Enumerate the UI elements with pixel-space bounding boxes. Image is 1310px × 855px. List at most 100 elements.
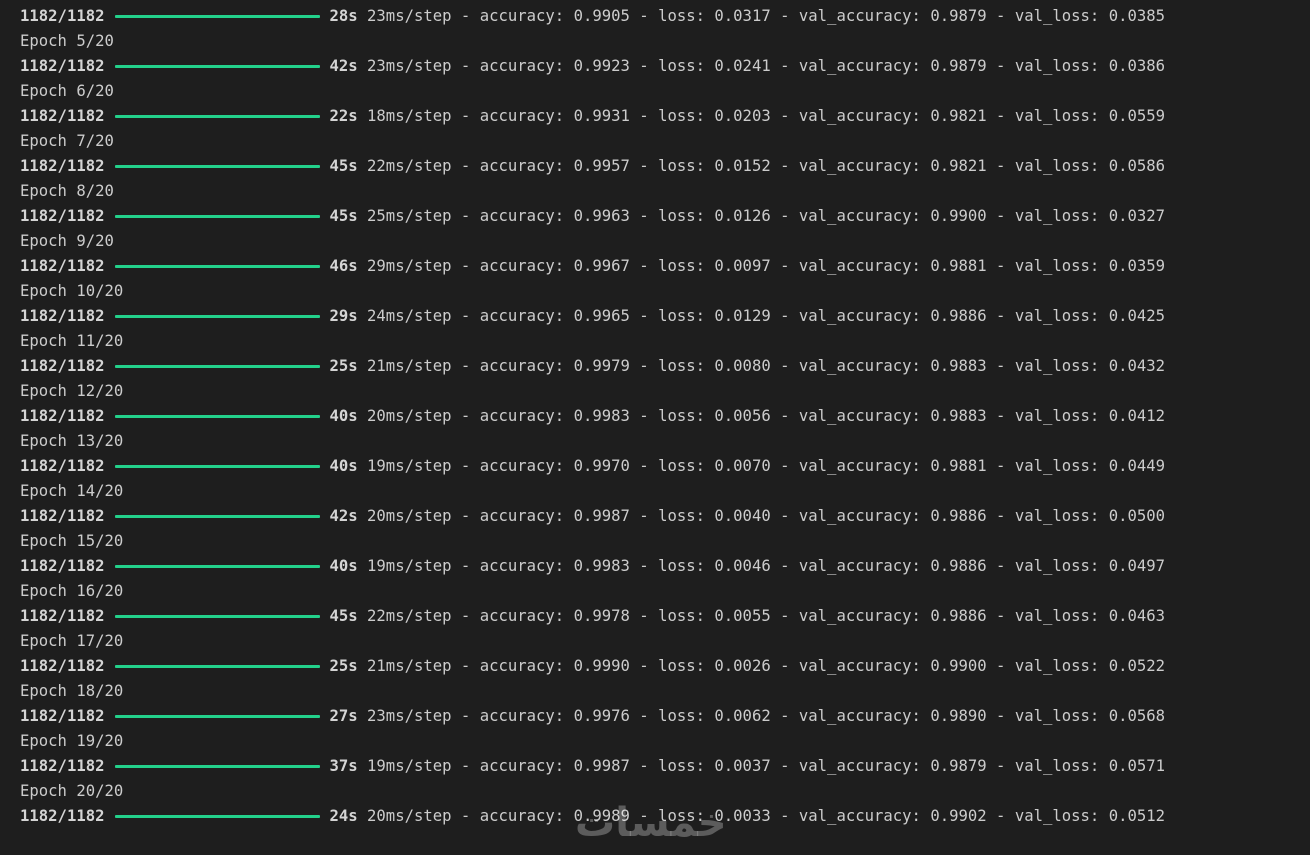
epoch-label: Epoch 9/20 — [20, 232, 114, 250]
terminal-lines: 1182/1182 28s 23ms/step - accuracy: 0.9905… — [20, 4, 1310, 829]
epoch-header-line: Epoch 7/20 — [20, 129, 1310, 154]
epoch-label: Epoch 13/20 — [20, 432, 124, 450]
step-count: 1182/1182 — [20, 407, 105, 425]
epoch-label: Epoch 12/20 — [20, 382, 124, 400]
epoch-header-line: Epoch 13/20 — [20, 429, 1310, 454]
metrics-text: 22ms/step - accuracy: 0.9978 - loss: 0.0… — [367, 607, 1166, 625]
epoch-label: Epoch 20/20 — [20, 782, 124, 800]
progress-line: 1182/1182 22s 18ms/step - accuracy: 0.9931… — [20, 104, 1310, 129]
step-count: 1182/1182 — [20, 757, 105, 775]
progress-line: 1182/1182 29s 24ms/step - accuracy: 0.9965… — [20, 304, 1310, 329]
step-count: 1182/1182 — [20, 707, 105, 725]
progress-line: 1182/1182 40s 20ms/step - accuracy: 0.9983… — [20, 404, 1310, 429]
step-count: 1182/1182 — [20, 807, 105, 825]
progress-bar — [114, 65, 320, 68]
progress-line: 1182/1182 24s 20ms/step - accuracy: 0.9989… — [20, 804, 1310, 829]
epoch-label: Epoch 19/20 — [20, 732, 124, 750]
epoch-label: Epoch 15/20 — [20, 532, 124, 550]
metrics-text: 19ms/step - accuracy: 0.9970 - loss: 0.0… — [367, 457, 1166, 475]
step-count: 1182/1182 — [20, 507, 105, 525]
epoch-header-line: Epoch 19/20 — [20, 729, 1310, 754]
elapsed-time: 29s — [329, 307, 358, 325]
elapsed-time: 46s — [329, 257, 358, 275]
progress-line: 1182/1182 40s 19ms/step - accuracy: 0.9983… — [20, 554, 1310, 579]
progress-line: 1182/1182 46s 29ms/step - accuracy: 0.9967… — [20, 254, 1310, 279]
metrics-text: 20ms/step - accuracy: 0.9983 - loss: 0.0… — [367, 407, 1166, 425]
progress-line: 1182/1182 45s 22ms/step - accuracy: 0.9978… — [20, 604, 1310, 629]
epoch-header-line: Epoch 20/20 — [20, 779, 1310, 804]
step-count: 1182/1182 — [20, 357, 105, 375]
step-count: 1182/1182 — [20, 57, 105, 75]
epoch-header-line: Epoch 8/20 — [20, 179, 1310, 204]
terminal-top-edge — [0, 0, 1310, 4]
metrics-text: 23ms/step - accuracy: 0.9905 - loss: 0.0… — [367, 7, 1166, 25]
progress-line: 1182/1182 37s 19ms/step - accuracy: 0.9987… — [20, 754, 1310, 779]
step-count: 1182/1182 — [20, 557, 105, 575]
metrics-text: 23ms/step - accuracy: 0.9923 - loss: 0.0… — [367, 57, 1166, 75]
step-count: 1182/1182 — [20, 657, 105, 675]
progress-bar — [114, 365, 320, 368]
epoch-label: Epoch 7/20 — [20, 132, 114, 150]
epoch-label: Epoch 6/20 — [20, 82, 114, 100]
progress-bar — [114, 415, 320, 418]
epoch-label: Epoch 17/20 — [20, 632, 124, 650]
epoch-label: Epoch 18/20 — [20, 682, 124, 700]
elapsed-time: 22s — [329, 107, 358, 125]
progress-bar — [114, 815, 320, 818]
epoch-header-line: Epoch 14/20 — [20, 479, 1310, 504]
step-count: 1182/1182 — [20, 257, 105, 275]
progress-bar — [114, 265, 320, 268]
elapsed-time: 25s — [329, 357, 358, 375]
elapsed-time: 28s — [329, 7, 358, 25]
elapsed-time: 24s — [329, 807, 358, 825]
progress-line: 1182/1182 45s 22ms/step - accuracy: 0.9957… — [20, 154, 1310, 179]
progress-bar — [114, 115, 320, 118]
epoch-header-line: Epoch 5/20 — [20, 29, 1310, 54]
progress-bar — [114, 615, 320, 618]
progress-line: 1182/1182 27s 23ms/step - accuracy: 0.9976… — [20, 704, 1310, 729]
metrics-text: 23ms/step - accuracy: 0.9976 - loss: 0.0… — [367, 707, 1166, 725]
epoch-header-line: Epoch 18/20 — [20, 679, 1310, 704]
epoch-header-line: Epoch 9/20 — [20, 229, 1310, 254]
terminal-output[interactable]: 1182/1182 28s 23ms/step - accuracy: 0.9905… — [0, 0, 1310, 855]
progress-line: 1182/1182 28s 23ms/step - accuracy: 0.9905… — [20, 4, 1310, 29]
progress-line: 1182/1182 42s 20ms/step - accuracy: 0.9987… — [20, 504, 1310, 529]
elapsed-time: 45s — [329, 607, 358, 625]
elapsed-time: 45s — [329, 207, 358, 225]
metrics-text: 20ms/step - accuracy: 0.9987 - loss: 0.0… — [367, 507, 1166, 525]
epoch-header-line: Epoch 12/20 — [20, 379, 1310, 404]
progress-line: 1182/1182 40s 19ms/step - accuracy: 0.9970… — [20, 454, 1310, 479]
epoch-header-line: Epoch 10/20 — [20, 279, 1310, 304]
progress-bar — [114, 715, 320, 718]
elapsed-time: 25s — [329, 657, 358, 675]
progress-bar — [114, 465, 320, 468]
progress-line: 1182/1182 45s 25ms/step - accuracy: 0.9963… — [20, 204, 1310, 229]
elapsed-time: 40s — [329, 457, 358, 475]
metrics-text: 22ms/step - accuracy: 0.9957 - loss: 0.0… — [367, 157, 1166, 175]
progress-bar — [114, 765, 320, 768]
epoch-label: Epoch 5/20 — [20, 32, 114, 50]
metrics-text: 25ms/step - accuracy: 0.9963 - loss: 0.0… — [367, 207, 1166, 225]
elapsed-time: 40s — [329, 557, 358, 575]
metrics-text: 24ms/step - accuracy: 0.9965 - loss: 0.0… — [367, 307, 1166, 325]
step-count: 1182/1182 — [20, 207, 105, 225]
progress-bar — [114, 565, 320, 568]
epoch-header-line: Epoch 17/20 — [20, 629, 1310, 654]
progress-line: 1182/1182 25s 21ms/step - accuracy: 0.9990… — [20, 654, 1310, 679]
step-count: 1182/1182 — [20, 157, 105, 175]
elapsed-time: 27s — [329, 707, 358, 725]
elapsed-time: 42s — [329, 57, 358, 75]
metrics-text: 21ms/step - accuracy: 0.9990 - loss: 0.0… — [367, 657, 1166, 675]
epoch-label: Epoch 11/20 — [20, 332, 124, 350]
epoch-label: Epoch 8/20 — [20, 182, 114, 200]
progress-bar — [114, 165, 320, 168]
elapsed-time: 45s — [329, 157, 358, 175]
epoch-label: Epoch 14/20 — [20, 482, 124, 500]
metrics-text: 29ms/step - accuracy: 0.9967 - loss: 0.0… — [367, 257, 1166, 275]
progress-line: 1182/1182 25s 21ms/step - accuracy: 0.9979… — [20, 354, 1310, 379]
elapsed-time: 42s — [329, 507, 358, 525]
progress-bar — [114, 15, 320, 18]
progress-bar — [114, 215, 320, 218]
metrics-text: 20ms/step - accuracy: 0.9989 - loss: 0.0… — [367, 807, 1166, 825]
epoch-header-line: Epoch 16/20 — [20, 579, 1310, 604]
